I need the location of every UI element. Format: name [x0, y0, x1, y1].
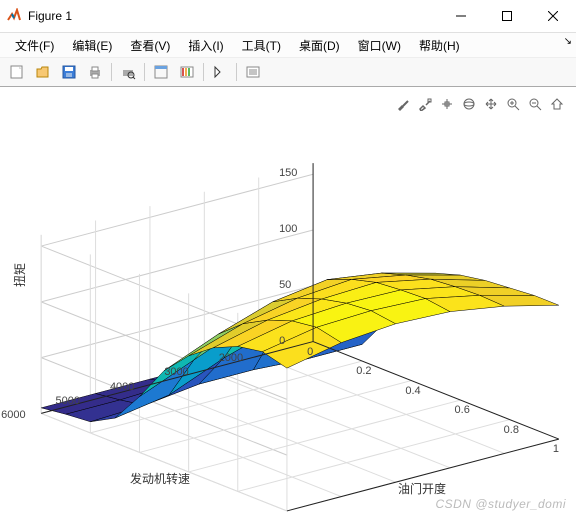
open-button[interactable]: [31, 60, 55, 84]
axis-tick: 100: [279, 223, 297, 235]
x-axis-label: 油门开度: [398, 480, 446, 497]
window-title: Figure 1: [28, 9, 72, 23]
axis-tick: 0: [279, 335, 285, 347]
figure-window: Figure 1 文件(F) 编辑(E) 查看(V) 插入(I) 工具(T) 桌…: [0, 0, 576, 514]
close-button[interactable]: [530, 0, 576, 32]
matlab-logo-icon: [6, 8, 22, 24]
link-property-button[interactable]: [241, 60, 265, 84]
print-button[interactable]: [83, 60, 107, 84]
axis-tick: 2000: [219, 352, 243, 364]
edit-plot-button[interactable]: [208, 60, 232, 84]
menu-file[interactable]: 文件(F): [6, 35, 63, 56]
minimize-button[interactable]: [438, 0, 484, 32]
menu-bar: 文件(F) 编辑(E) 查看(V) 插入(I) 工具(T) 桌面(D) 窗口(W…: [0, 33, 576, 58]
surface-plot: [0, 87, 576, 515]
axis-tick: 0.8: [504, 424, 519, 436]
new-figure-button[interactable]: [5, 60, 29, 84]
menu-insert[interactable]: 插入(I): [179, 35, 232, 56]
menu-tools[interactable]: 工具(T): [233, 35, 290, 56]
axis-tick: 0.2: [356, 365, 371, 377]
watermark-text: CSDN @studyer_domi: [435, 497, 566, 511]
menu-desktop[interactable]: 桌面(D): [290, 35, 349, 56]
menu-window[interactable]: 窗口(W): [349, 35, 410, 56]
y-axis-label: 发动机转速: [130, 470, 190, 487]
menu-view[interactable]: 查看(V): [121, 35, 179, 56]
axis-tick: 3000: [164, 366, 188, 378]
axis-tick: 0: [307, 346, 313, 358]
axis-tick: 5000: [56, 395, 80, 407]
axis-tick: 1: [553, 443, 559, 455]
axis-tick: 0.4: [405, 385, 420, 397]
menu-util-icon[interactable]: ↘: [564, 36, 572, 47]
axis-tick: 0.6: [455, 404, 470, 416]
maximize-button[interactable]: [484, 0, 530, 32]
axis-tick: 50: [279, 279, 291, 291]
dock-button[interactable]: [149, 60, 173, 84]
axes-canvas[interactable]: 扭矩 油门开度 发动机转速 0 50 100 150 2000 3000 4000 5000 6…: [0, 87, 576, 515]
title-bar: Figure 1: [0, 0, 576, 33]
menu-help[interactable]: 帮助(H): [410, 35, 469, 56]
axis-tick: 150: [279, 167, 297, 179]
save-button[interactable]: [57, 60, 81, 84]
menu-edit[interactable]: 编辑(E): [63, 35, 121, 56]
axis-tick: 6000: [1, 409, 25, 421]
figure-toolbar: [0, 58, 576, 87]
z-axis-label: 扭矩: [11, 263, 28, 287]
axis-tick: 4000: [110, 381, 134, 393]
insert-colorbar-button[interactable]: [175, 60, 199, 84]
print-preview-button[interactable]: [116, 60, 140, 84]
